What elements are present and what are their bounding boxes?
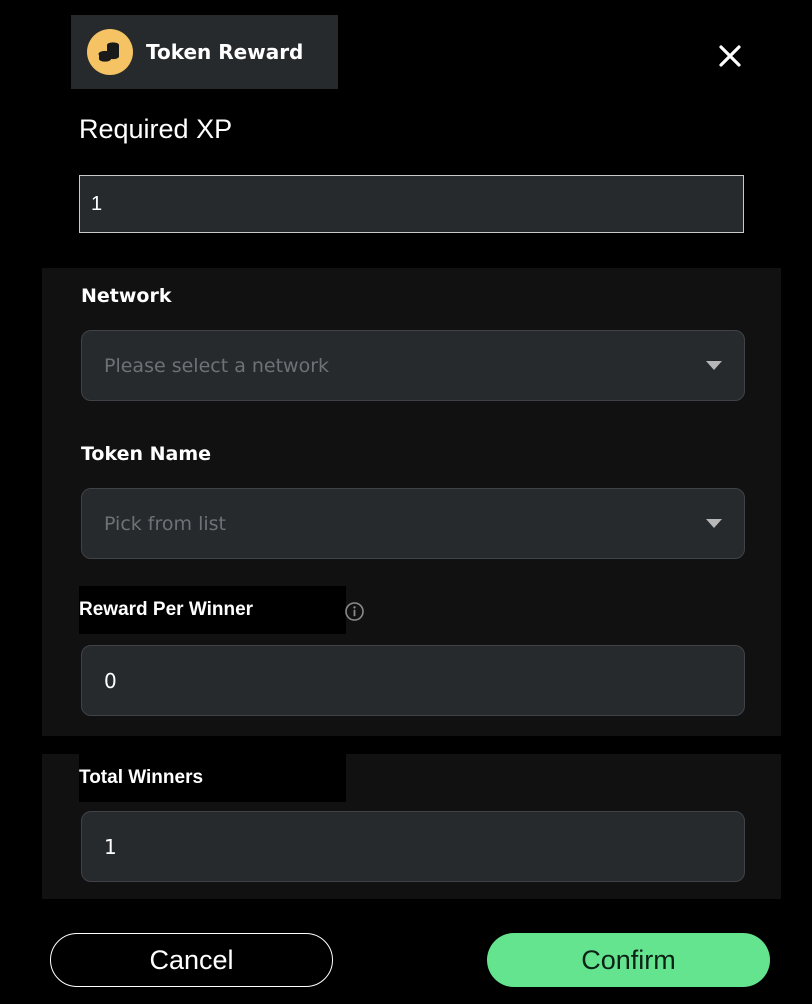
required-xp-label: Required XP bbox=[79, 114, 233, 144]
coins-icon bbox=[87, 29, 133, 75]
token-name-label: Token Name bbox=[81, 443, 212, 465]
info-icon[interactable] bbox=[344, 601, 365, 622]
chevron-down-icon bbox=[706, 361, 722, 370]
reward-per-winner-input[interactable] bbox=[81, 645, 745, 716]
network-label: Network bbox=[81, 285, 172, 307]
confirm-button[interactable]: Confirm bbox=[487, 933, 770, 987]
required-xp-input[interactable] bbox=[79, 175, 744, 233]
network-select-placeholder: Please select a network bbox=[104, 354, 330, 377]
close-icon bbox=[719, 45, 741, 67]
total-winners-input[interactable] bbox=[81, 811, 745, 882]
network-select[interactable]: Please select a network bbox=[81, 330, 745, 401]
token-name-select[interactable]: Pick from list bbox=[81, 488, 745, 559]
close-button[interactable] bbox=[712, 38, 748, 74]
chevron-down-icon bbox=[706, 519, 722, 528]
token-name-select-placeholder: Pick from list bbox=[104, 512, 226, 535]
total-winners-label: Total Winners bbox=[79, 754, 346, 802]
cancel-button[interactable]: Cancel bbox=[50, 933, 333, 987]
reward-type-title: Token Reward bbox=[146, 40, 304, 64]
reward-type-header: Token Reward bbox=[71, 15, 338, 89]
reward-per-winner-label: Reward Per Winner bbox=[79, 586, 346, 634]
